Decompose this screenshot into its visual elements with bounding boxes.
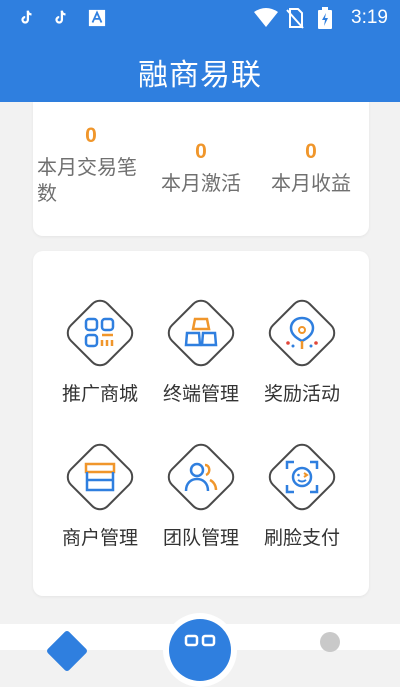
menu-item-promotion-mall[interactable]: 推广商城 bbox=[50, 293, 150, 406]
stats-card: 0 本月交易笔数 0 本月激活 0 本月收益 bbox=[33, 102, 369, 236]
menu-item-merchant-management[interactable]: 商户管理 bbox=[50, 437, 150, 550]
storefront-icon bbox=[84, 462, 116, 492]
tiktok-icon bbox=[21, 10, 32, 24]
stat-value: 0 bbox=[85, 124, 97, 147]
menu-label: 终端管理 bbox=[162, 383, 239, 405]
menu-label: 刷脸支付 bbox=[263, 527, 340, 549]
app-bar: 融商易联 bbox=[0, 36, 400, 102]
menu-label: 商户管理 bbox=[61, 527, 138, 549]
stat-label: 本月交易笔数 bbox=[37, 155, 137, 205]
menu-label: 团队管理 bbox=[162, 527, 239, 549]
nav-home-icon[interactable] bbox=[45, 629, 89, 673]
scan-icon bbox=[169, 619, 231, 681]
menu-item-face-payment[interactable]: 刷脸支付 bbox=[252, 437, 352, 550]
stat-label: 本月收益 bbox=[271, 171, 351, 195]
menu-item-reward-activities[interactable]: 奖励活动 bbox=[252, 293, 352, 406]
team-users-icon bbox=[184, 462, 218, 492]
terminal-blocks-icon bbox=[184, 317, 218, 347]
nav-profile-icon[interactable] bbox=[320, 632, 340, 652]
nav-scan-button[interactable] bbox=[163, 613, 237, 687]
page-title: 融商易联 bbox=[138, 58, 262, 93]
stat-value: 0 bbox=[195, 140, 207, 163]
stat-monthly-activations[interactable]: 0 本月激活 bbox=[151, 140, 251, 196]
tiktok-icon bbox=[55, 10, 66, 24]
status-bar: 3:19 bbox=[0, 0, 400, 36]
menu-label: 奖励活动 bbox=[263, 383, 340, 405]
stat-monthly-transactions[interactable]: 0 本月交易笔数 bbox=[33, 124, 149, 206]
no-sim-icon bbox=[286, 8, 304, 29]
qr-grid-icon bbox=[84, 317, 115, 348]
font-a-icon bbox=[88, 9, 106, 27]
menu-grid-card: 推广商城 终端管理 奖励活动 商户管理 团队管理 刷脸支付 bbox=[33, 251, 369, 596]
menu-label: 推广商城 bbox=[61, 383, 138, 405]
menu-item-team-management[interactable]: 团队管理 bbox=[151, 437, 251, 550]
status-time: 3:19 bbox=[351, 7, 388, 28]
balloon-icon bbox=[286, 316, 318, 349]
stat-value: 0 bbox=[305, 140, 317, 163]
face-scan-icon bbox=[285, 460, 319, 494]
menu-item-terminal-management[interactable]: 终端管理 bbox=[151, 293, 251, 406]
wifi-icon bbox=[254, 8, 278, 27]
stat-label: 本月激活 bbox=[161, 171, 241, 195]
stat-monthly-earnings[interactable]: 0 本月收益 bbox=[261, 140, 361, 196]
battery-charging-icon bbox=[318, 7, 332, 29]
